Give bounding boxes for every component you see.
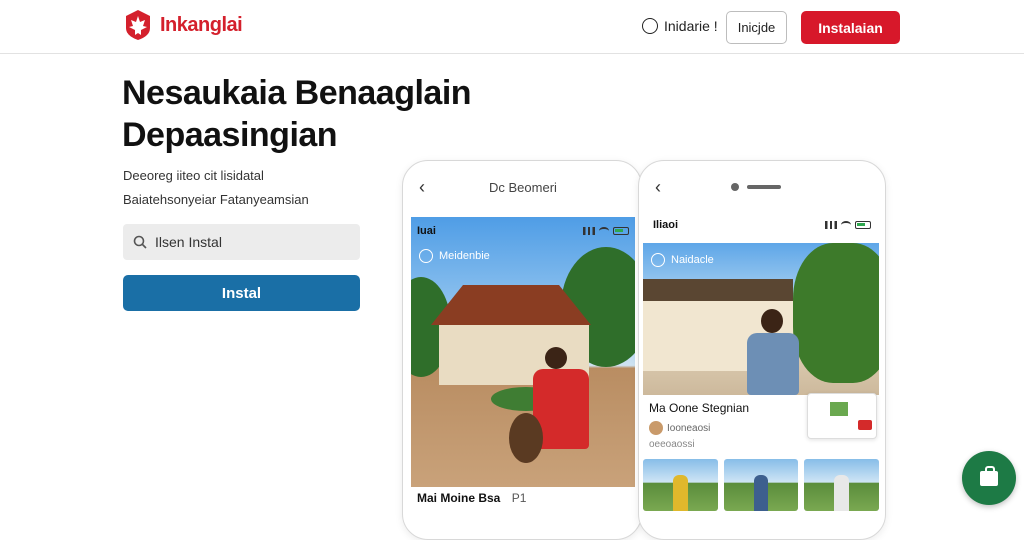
phone-left-status-label: Iuai [417, 225, 436, 237]
phone-left-caption-extra: P1 [511, 491, 527, 505]
phone-left-overlay: Meidenbie [419, 249, 490, 263]
top-navigation-bar: Inkanglai Inidarie ! Inicjde Instalaian [0, 0, 1024, 54]
person-head [545, 347, 567, 369]
wifi-icon [841, 221, 851, 229]
hero-subtitle-line-1: Deeoreg iiteo cit lisidatal [123, 168, 264, 183]
battery-icon [855, 221, 871, 229]
post-author-name: Iooneaosi [667, 422, 711, 434]
language-label: Inidarie ! [664, 18, 718, 34]
phone-right-speaker [731, 183, 781, 191]
secondary-button[interactable]: Inicjde [726, 11, 787, 44]
install-cta-button[interactable]: Instal [123, 275, 360, 311]
globe-icon [642, 18, 658, 34]
maple-leaf-logo-icon [126, 10, 150, 40]
flag-icon[interactable] [858, 420, 872, 430]
mini-popup-panel[interactable] [807, 393, 877, 439]
phone-left-caption-text: Mai Moine Bsa [417, 491, 501, 505]
person-in-thumbnail [834, 474, 850, 511]
clock-icon [651, 253, 665, 267]
phone-left-photo[interactable]: Iuai Meidenbie [411, 217, 635, 487]
search-input[interactable] [155, 234, 345, 250]
person-in-thumbnail [672, 474, 688, 511]
search-icon [133, 235, 147, 249]
phone-right-signal-group [825, 221, 871, 229]
signal-icon [583, 227, 595, 235]
hero-title: Nesaukaia Benaaglain Depaasingian [122, 74, 472, 154]
phone-left-app-bar: ‹ Dc Beomeri [403, 161, 641, 213]
brand-name: Inkanglai [160, 13, 243, 36]
phone-left-status-bar: Iuai [411, 219, 635, 243]
speaker-bar-icon [747, 185, 781, 189]
phone-mockup-left: ‹ Dc Beomeri Iuai Meidenbie Mai Moine Bs… [402, 160, 642, 540]
phone-left-caption: Mai Moine Bsa P1 [417, 491, 526, 505]
phone-right-status-label: Iliaoi [653, 219, 679, 231]
clock-icon [419, 249, 433, 263]
house-roof [643, 279, 793, 301]
phone-right-overlay-label: Naidacle [671, 254, 714, 266]
shopping-bag-icon [980, 465, 998, 486]
phone-left-overlay-label: Meidenbie [439, 250, 490, 262]
back-arrow-icon[interactable]: ‹ [655, 177, 675, 198]
search-box[interactable] [123, 224, 360, 260]
thumbnail-icon [830, 402, 848, 416]
person-in-thumbnail [753, 474, 769, 511]
post-date: oeeoaossi [649, 439, 695, 450]
thumbnail[interactable] [643, 459, 718, 511]
signal-icon [825, 221, 837, 229]
avatar [649, 421, 663, 435]
phone-right-status-bar: Iliaoi [647, 213, 877, 237]
battery-icon [613, 227, 629, 235]
post-title: Ma Oone Stegnian [649, 401, 750, 415]
back-arrow-icon[interactable]: ‹ [419, 177, 439, 198]
camera-dot-icon [731, 183, 739, 191]
phone-left-signal-group [583, 227, 629, 235]
photo-thumbnail-row [643, 459, 880, 511]
phone-right-overlay: Naidacle [651, 253, 714, 267]
install-header-button[interactable]: Instalaian [801, 11, 900, 44]
brand-logo[interactable]: Inkanglai [122, 8, 243, 42]
person-head [761, 309, 783, 333]
person-in-blue [747, 333, 799, 395]
thumbnail[interactable] [804, 459, 880, 511]
post-author: Iooneaosi [649, 421, 710, 435]
hero-subtitle-line-2: Baiatehsonyeiar Fatanyeamsian [123, 192, 309, 207]
wifi-icon [599, 227, 609, 235]
dog [509, 413, 543, 463]
palm-tree [793, 243, 879, 383]
phone-right-app-bar: ‹ [639, 161, 885, 213]
phone-left-top-label: Dc Beomeri [489, 179, 557, 195]
phone-right-photo[interactable]: Naidacle [643, 243, 879, 395]
language-selector[interactable]: Inidarie ! [642, 18, 718, 34]
phone-mockup-right: ‹ Iliaoi Naidacle Ma Oone Stegnian Ioone… [638, 160, 886, 540]
thumbnail[interactable] [723, 459, 799, 511]
shopping-bag-button[interactable] [962, 451, 1016, 505]
